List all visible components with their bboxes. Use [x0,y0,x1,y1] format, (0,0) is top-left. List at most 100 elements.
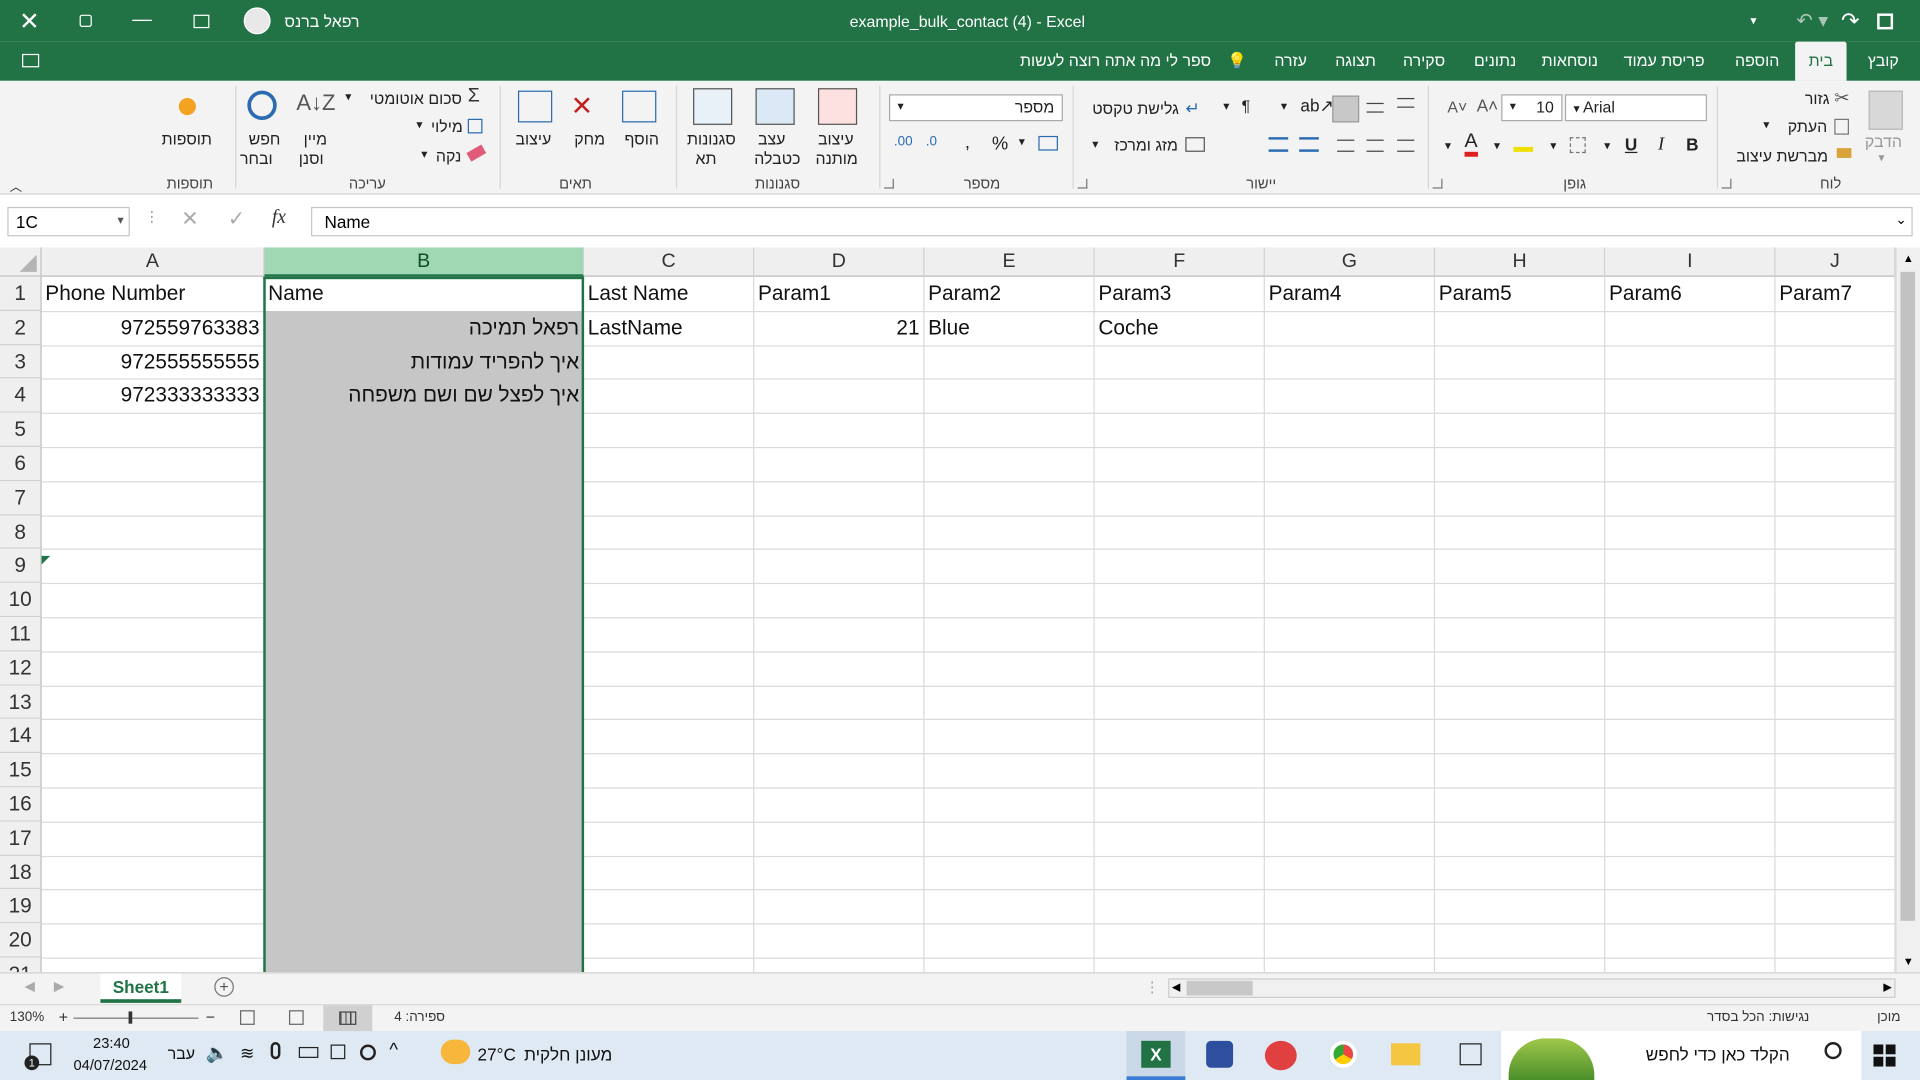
tab-insert[interactable]: הוספה [1724,42,1790,81]
rtl-dropdown-icon[interactable]: ▾ [1223,100,1229,113]
microphone-icon[interactable] [270,1042,281,1060]
align-right-icon[interactable] [1397,139,1415,152]
column-header-f[interactable]: F [1094,247,1265,277]
column-header-c[interactable]: C [584,247,755,277]
row-header-20[interactable]: 20 [0,923,42,958]
font-name-select[interactable]: ▾ Arial [1564,94,1707,122]
copy-dropdown-icon[interactable]: ▾ [1763,119,1769,132]
format-painter-button[interactable]: מברשת עיצוב [1736,147,1828,165]
next-sheet-icon[interactable]: ▶ [54,978,64,995]
tab-view[interactable]: תצוגה [1325,42,1386,81]
cell-h1[interactable]: Param5 [1435,277,1604,311]
insert-button[interactable]: הוסף [624,130,658,148]
taskbar-app-g[interactable] [1206,1040,1234,1068]
cell-c1[interactable]: Last Name [584,277,753,311]
currency-dropdown-icon[interactable]: ▾ [1019,136,1025,149]
clock-time[interactable]: 23:40 [93,1035,130,1052]
cell-d2[interactable]: 21 [754,311,923,345]
orientation-icon[interactable]: ab↗ [1300,96,1333,117]
worksheet-grid[interactable]: ABCDEFGHIJ 1 2 3 4 5 6 7 8 9 10 11 12 13 14 15 16 17 18 19… [0,247,1920,973]
currency-icon[interactable] [1038,135,1058,151]
tab-page-layout[interactable]: פריסת עמוד [1614,42,1714,81]
bold-button[interactable]: B [1686,135,1698,155]
vertical-scrollbar[interactable]: ▲ ▼ [1895,247,1920,973]
meet-icon[interactable] [330,1044,346,1060]
battery-icon[interactable] [298,1046,319,1058]
scroll-right-icon[interactable]: ▶ [1883,981,1891,994]
align-middle-icon[interactable] [1366,102,1384,113]
row-header-10[interactable]: 10 [0,583,42,618]
column-header-d[interactable]: D [754,247,925,277]
scroll-left-icon[interactable]: ◀ [1172,981,1180,994]
number-launcher-icon[interactable] [1077,178,1088,189]
decrease-font-icon[interactable]: A˅ [1447,98,1467,116]
styles-launcher-icon[interactable] [884,178,894,189]
cell-b2[interactable]: רפאל תמיכה [264,311,582,345]
fill-dropdown-icon[interactable]: ▾ [416,119,422,132]
tab-split-icon[interactable]: ⋮ [1145,978,1160,995]
cell-g1[interactable]: Param4 [1265,277,1434,311]
cell-i1[interactable]: Param6 [1605,277,1774,311]
column-header-j[interactable]: J [1775,247,1896,277]
avatar[interactable] [242,0,271,42]
zoom-in-icon[interactable]: + [59,1008,68,1026]
cell-styles-label-1[interactable]: סגנונות [687,130,736,148]
table-label-2[interactable]: כטבלה [754,149,800,167]
enter-icon[interactable]: ✓ [228,207,245,231]
decrease-indent-icon[interactable] [1299,137,1319,152]
weather-text[interactable]: מעונן חלקית [524,1044,612,1064]
row-header-1[interactable]: 1 [0,276,42,311]
tell-me-box[interactable]: ספר לי מה אתה רוצה לעשות [1011,42,1219,81]
redo-icon[interactable]: ↷ [1837,0,1864,42]
fill-color-dropdown-icon[interactable]: ▾ [1494,140,1500,153]
column-header-h[interactable]: H [1435,247,1606,277]
font-launcher-icon[interactable] [1721,178,1732,189]
taskbar-chrome[interactable] [1329,1040,1357,1068]
tab-file[interactable]: קובץ [1856,42,1910,81]
tab-home[interactable]: בית [1795,41,1847,81]
task-view-icon[interactable] [1459,1043,1482,1066]
show-hidden-icons[interactable]: ^ [389,1040,398,1061]
sort-label-1[interactable]: מיין [304,130,327,148]
row-header-15[interactable]: 15 [0,753,42,788]
row-header-13[interactable]: 13 [0,685,42,720]
addins-button[interactable]: תוספות [162,130,212,148]
alignment-launcher-icon[interactable] [1432,178,1443,189]
row-header-2[interactable]: 2 [0,310,42,345]
underline-dropdown-icon[interactable]: ▾ [1604,140,1610,153]
weather-icon[interactable] [440,1039,471,1065]
paste-button[interactable]: הדבק [1865,132,1902,150]
row-header-6[interactable]: 6 [0,446,42,481]
scroll-up-icon[interactable]: ▲ [1903,252,1914,264]
cell-b1[interactable]: Name [264,277,582,311]
align-bottom-icon[interactable] [1397,97,1415,108]
font-color-dropdown-icon[interactable]: ▾ [1445,140,1451,153]
align-left-icon[interactable] [1337,139,1355,152]
save-icon[interactable] [1871,0,1898,42]
normal-view-button[interactable] [323,1005,373,1033]
row-header-18[interactable]: 18 [0,855,42,890]
expand-formula-icon[interactable]: ⌄ [1896,212,1907,228]
zoom-out-icon[interactable]: − [206,1008,215,1026]
windows-start-icon[interactable] [1873,1044,1896,1067]
number-format-select[interactable]: ▾ מספר [888,94,1063,122]
cancel-icon[interactable]: ✕ [181,207,198,231]
cell-b3[interactable]: איך להפריד עמודות [264,345,582,379]
fill-color-icon[interactable] [1513,135,1534,152]
sort-label-2[interactable]: וסנן [299,149,324,167]
prev-sheet-icon[interactable]: ◀ [24,978,34,995]
row-header-8[interactable]: 8 [0,515,42,550]
cell-f2[interactable]: Coche [1095,311,1264,345]
name-box-dropdown-icon[interactable]: ▾ [118,208,124,235]
undo-icon[interactable]: ↶ ▾ [1788,0,1837,42]
cell-d1[interactable]: Param1 [754,277,923,311]
cell-a3[interactable]: 972555555555 [42,345,264,379]
cell-a2[interactable]: 972559763383 [42,311,264,345]
row-header-16[interactable]: 16 [0,787,42,822]
copy-button[interactable]: העתק [1788,118,1827,136]
find-label-1[interactable]: חפש [249,130,281,148]
tab-data[interactable]: נתונים [1465,42,1526,81]
zoom-slider[interactable] [73,1017,199,1019]
language-indicator[interactable]: עבר [168,1044,195,1062]
cell-j1[interactable]: Param7 [1776,277,1895,311]
